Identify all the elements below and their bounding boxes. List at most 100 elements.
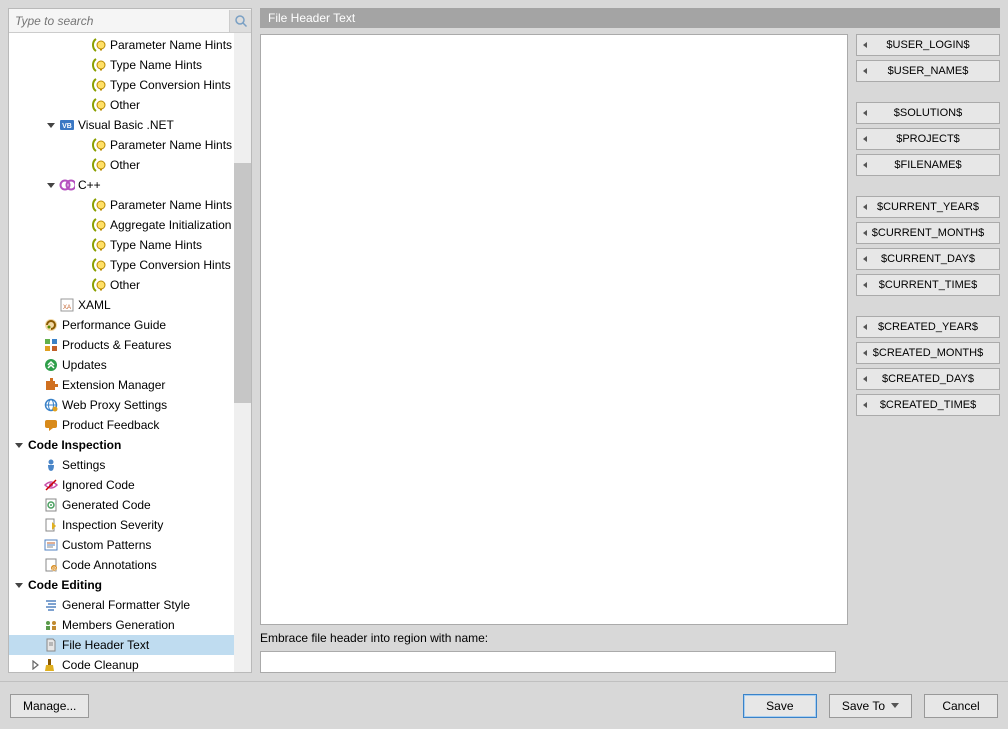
- hint-icon: [91, 217, 107, 233]
- variable-label: $USER_LOGIN$: [886, 39, 969, 51]
- tree-item-label: Parameter Name Hints: [109, 38, 232, 52]
- variable-insert-button[interactable]: $CREATED_MONTH$: [856, 342, 1000, 364]
- tree-item[interactable]: Other: [9, 155, 234, 175]
- variables-column: $USER_LOGIN$ $USER_NAME$ $SOLUTION$ $PROJEC…: [856, 34, 1000, 625]
- cpp-icon: [59, 177, 75, 193]
- tree-item-label: Type Conversion Hints: [109, 258, 231, 272]
- variable-insert-button[interactable]: $CREATED_YEAR$: [856, 316, 1000, 338]
- expander-open-icon[interactable]: [45, 179, 57, 191]
- save-to-button[interactable]: Save To: [829, 694, 912, 718]
- variable-insert-button[interactable]: $CREATED_TIME$: [856, 394, 1000, 416]
- expander-open-icon[interactable]: [45, 119, 57, 131]
- search-input[interactable]: [9, 11, 229, 31]
- tree-item[interactable]: Ignored Code: [9, 475, 234, 495]
- variable-insert-button[interactable]: $CREATED_DAY$: [856, 368, 1000, 390]
- tree-item[interactable]: C++: [9, 175, 234, 195]
- tree-item-label: Visual Basic .NET: [77, 118, 174, 132]
- tree-item[interactable]: Code Inspection: [9, 435, 234, 455]
- tree-item[interactable]: Products & Features: [9, 335, 234, 355]
- tree-item-label: XAML: [77, 298, 111, 312]
- sev-icon: [43, 517, 59, 533]
- expander-open-icon[interactable]: [13, 579, 25, 591]
- variable-insert-button[interactable]: $PROJECT$: [856, 128, 1000, 150]
- insert-arrow-icon: [863, 324, 867, 330]
- variable-insert-button[interactable]: $CURRENT_YEAR$: [856, 196, 1000, 218]
- tree-item-label: Web Proxy Settings: [61, 398, 167, 412]
- tree-item[interactable]: Extension Manager: [9, 375, 234, 395]
- expander-open-icon[interactable]: [13, 439, 25, 451]
- tree-item[interactable]: Type Name Hints: [9, 235, 234, 255]
- region-label: Embrace file header into region with nam…: [260, 631, 1000, 645]
- variable-insert-button[interactable]: $CURRENT_DAY$: [856, 248, 1000, 270]
- tree-item-label: Code Inspection: [27, 438, 121, 452]
- search-icon[interactable]: [229, 10, 251, 32]
- tree-item-label: Aggregate Initialization: [109, 218, 231, 232]
- tree-item[interactable]: Performance Guide: [9, 315, 234, 335]
- variable-insert-button[interactable]: $USER_NAME$: [856, 60, 1000, 82]
- tree-item[interactable]: Parameter Name Hints: [9, 195, 234, 215]
- tree-item-label: Type Name Hints: [109, 238, 202, 252]
- cancel-button[interactable]: Cancel: [924, 694, 998, 718]
- variable-label: $SOLUTION$: [894, 107, 962, 119]
- tree-item[interactable]: VBVisual Basic .NET: [9, 115, 234, 135]
- variable-label: $PROJECT$: [896, 133, 960, 145]
- tree-item-label: Code Editing: [27, 578, 102, 592]
- tree-item[interactable]: Parameter Name Hints: [9, 35, 234, 55]
- manage-button[interactable]: Manage...: [10, 694, 89, 718]
- tree-item[interactable]: Type Conversion Hints: [9, 255, 234, 275]
- tree-item-label: Members Generation: [61, 618, 175, 632]
- variable-insert-button[interactable]: $USER_LOGIN$: [856, 34, 1000, 56]
- tree-item[interactable]: Generated Code: [9, 495, 234, 515]
- tree-item[interactable]: Other: [9, 275, 234, 295]
- main-panel: File Header Text $USER_LOGIN$$USER_NAME$…: [260, 8, 1000, 673]
- region-name-input[interactable]: [260, 651, 836, 673]
- patterns-icon: [43, 537, 59, 553]
- tree-item[interactable]: XA XAML: [9, 295, 234, 315]
- tree-item[interactable]: Parameter Name Hints: [9, 135, 234, 155]
- svg-text:XA: XA: [63, 305, 71, 311]
- variable-insert-button[interactable]: $CURRENT_MONTH$: [856, 222, 1000, 244]
- tree-item[interactable]: Aggregate Initialization: [9, 215, 234, 235]
- tree-item[interactable]: Custom Patterns: [9, 535, 234, 555]
- tree-item[interactable]: Product Feedback: [9, 415, 234, 435]
- tree-item[interactable]: Inspection Severity: [9, 515, 234, 535]
- variable-label: $CURRENT_DAY$: [881, 253, 975, 265]
- variable-insert-button[interactable]: $CURRENT_TIME$: [856, 274, 1000, 296]
- tree-item[interactable]: Members Generation: [9, 615, 234, 635]
- scrollbar-track[interactable]: [234, 33, 251, 672]
- tree-item[interactable]: Updates: [9, 355, 234, 375]
- tree-item[interactable]: General Formatter Style: [9, 595, 234, 615]
- members-icon: [43, 617, 59, 633]
- tree-item[interactable]: Type Conversion Hints: [9, 75, 234, 95]
- insert-arrow-icon: [863, 204, 867, 210]
- upd-icon: [43, 357, 59, 373]
- xaml-icon: XA: [59, 297, 75, 313]
- scrollbar-thumb[interactable]: [234, 163, 251, 403]
- tree-item-label: C++: [77, 178, 101, 192]
- expander-closed-icon[interactable]: [29, 659, 41, 671]
- header-text-editor[interactable]: [260, 34, 848, 625]
- insert-arrow-icon: [863, 282, 867, 288]
- variable-label: $CREATED_TIME$: [880, 399, 976, 411]
- tree-item[interactable]: Type Name Hints: [9, 55, 234, 75]
- insert-arrow-icon: [863, 376, 867, 382]
- tree-item[interactable]: File Header Text: [9, 635, 234, 655]
- options-tree[interactable]: Parameter Name HintsType Name HintsType …: [9, 33, 234, 672]
- tree-item[interactable]: Other: [9, 95, 234, 115]
- variable-insert-button[interactable]: $FILENAME$: [856, 154, 1000, 176]
- variable-insert-button[interactable]: $SOLUTION$: [856, 102, 1000, 124]
- options-tree-panel: Parameter Name HintsType Name HintsType …: [8, 8, 252, 673]
- tree-item[interactable]: Code Cleanup: [9, 655, 234, 672]
- cleanup-icon: [43, 657, 59, 672]
- save-button[interactable]: Save: [743, 694, 817, 718]
- tree-item[interactable]: Settings: [9, 455, 234, 475]
- file-icon: [43, 637, 59, 653]
- tree-item[interactable]: @Code Annotations: [9, 555, 234, 575]
- variable-label: $CREATED_YEAR$: [878, 321, 978, 333]
- dialog-footer: Manage... Save Save To Cancel: [0, 681, 1008, 729]
- tree-item[interactable]: Code Editing: [9, 575, 234, 595]
- tree-item[interactable]: Web Proxy Settings: [9, 395, 234, 415]
- hint-icon: [91, 137, 107, 153]
- tree-item-label: Parameter Name Hints: [109, 198, 232, 212]
- tree-item-label: Performance Guide: [61, 318, 166, 332]
